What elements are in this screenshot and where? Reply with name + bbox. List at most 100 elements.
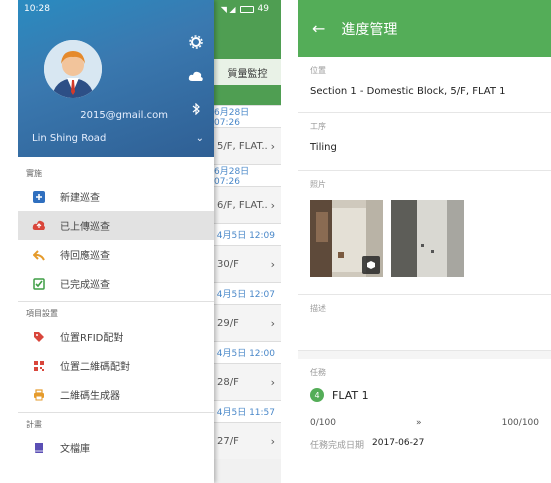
menu-item-label: 二維碼生成器 xyxy=(60,391,120,402)
battery-level: 49 xyxy=(257,4,269,14)
reply-arrow-icon xyxy=(32,248,46,262)
progress-start: 0/100 xyxy=(310,418,336,428)
signal-icon: ◥ ◢ xyxy=(220,4,236,14)
menu-divider xyxy=(18,412,214,413)
list-item-date: 4月5日 12:09 xyxy=(214,223,281,245)
task-label: 任務 xyxy=(310,368,326,377)
background-app-title: 質量監控 xyxy=(214,59,281,85)
menu-section-label: 實施 xyxy=(26,169,42,178)
list-item-location: 6/F, FLAT.. xyxy=(217,199,268,211)
chevron-right-icon: › xyxy=(270,198,275,212)
back-arrow-icon[interactable]: ← xyxy=(312,19,325,38)
page-title: 進度管理 xyxy=(341,21,398,38)
list-item-location: 28/F xyxy=(217,376,239,388)
location-value: Section 1 - Domestic Block, 5/F, FLAT 1 xyxy=(310,86,506,97)
list-item-location: 29/F xyxy=(217,317,239,329)
menu-item-label: 文檔庫 xyxy=(60,444,90,455)
menu-section-label: 計畫 xyxy=(26,420,42,429)
menu-item-label: 位置二維碼配對 xyxy=(60,362,130,373)
list-item[interactable]: 27/F › xyxy=(214,422,281,459)
menu-item-label: 已完成巡查 xyxy=(60,280,110,291)
task-item[interactable]: 4 FLAT 1 xyxy=(310,388,539,402)
app-bar: ← 進度管理 xyxy=(298,0,551,57)
list-item[interactable]: 28/F › xyxy=(214,363,281,400)
chevron-right-icon: › xyxy=(270,316,275,330)
menu-item[interactable]: 新建巡查 xyxy=(18,182,214,211)
cloud-upload-icon xyxy=(32,219,46,233)
quality-monitor-list: 質量監控 6月28日 07:26 5/F, FLAT.. › 6月28日 07:26 6… xyxy=(214,0,281,483)
status-time: 10:28 xyxy=(24,4,50,14)
menu-item-label: 待回應巡查 xyxy=(60,251,110,262)
description-field: 描述 xyxy=(298,295,551,351)
progress-end: 100/100 xyxy=(501,418,539,428)
chevron-down-icon: ⌄ xyxy=(195,133,204,144)
list-item-date: 6月28日 07:26 xyxy=(214,105,281,128)
location-label: 位置 xyxy=(310,66,326,75)
list-item[interactable]: 30/F › xyxy=(214,245,281,282)
task-name: FLAT 1 xyxy=(332,388,369,402)
photo-thumbnail[interactable] xyxy=(310,200,383,277)
menu-item[interactable]: 待回應巡查 xyxy=(18,240,214,269)
due-date-row: 任務完成日期 2017-06-27 xyxy=(310,438,539,451)
menu-section-label: 項目設置 xyxy=(26,309,58,318)
cloud-sync-icon[interactable] xyxy=(188,67,204,86)
menu-item-label: 位置RFID配對 xyxy=(60,333,124,344)
task-field: 任務 4 FLAT 1 0/100 » 100/100 任務完成日期 2017-… xyxy=(298,359,551,483)
list-item-location: 30/F xyxy=(217,258,239,270)
battery-icon xyxy=(239,5,254,13)
list-item[interactable]: 5/F, FLAT.. › xyxy=(214,127,281,164)
list-item-location: 27/F xyxy=(217,435,239,447)
360-view-icon[interactable] xyxy=(362,256,380,274)
location-field: 位置 Section 1 - Domestic Block, 5/F, FLAT… xyxy=(298,57,551,113)
menu-item[interactable]: 位置RFID配對 xyxy=(18,322,214,351)
printer-icon xyxy=(32,388,46,402)
account-email: 2015@gmail.com xyxy=(80,110,168,121)
due-label: 任務完成日期 xyxy=(310,441,365,451)
menu-item-label: 已上傳巡查 xyxy=(60,222,110,233)
book-icon xyxy=(32,441,46,455)
account-switcher[interactable]: Lin Shing Road ⌄ xyxy=(32,133,204,144)
chevron-right-icon: › xyxy=(270,375,275,389)
list-item-date: 4月5日 12:07 xyxy=(214,282,281,304)
status-bar: 10:28 ◥ ◢ 49 xyxy=(18,0,281,18)
account-name: Lin Shing Road xyxy=(32,133,107,144)
list-item-date: 4月5日 12:00 xyxy=(214,341,281,363)
progress-row: 0/100 » 100/100 xyxy=(310,418,539,428)
bluetooth-icon[interactable] xyxy=(192,100,201,119)
task-count-badge: 4 xyxy=(310,388,324,402)
menu-item-label: 新建巡查 xyxy=(60,193,100,204)
qr-code-icon xyxy=(32,359,46,373)
tag-icon xyxy=(32,330,46,344)
menu-item[interactable]: 文檔庫 xyxy=(18,433,214,462)
photos-field: 照片 xyxy=(298,171,551,295)
progress-arrow-icon: » xyxy=(416,418,422,428)
list-item[interactable]: 29/F › xyxy=(214,304,281,341)
list-item-date: 6月28日 07:26 xyxy=(214,164,281,187)
process-value: Tiling xyxy=(310,142,337,153)
photo-thumbnail[interactable] xyxy=(391,200,464,277)
menu-item[interactable]: 二維碼生成器 xyxy=(18,380,214,409)
right-phone-screen: ← 進度管理 位置 Section 1 - Domestic Block, 5/… xyxy=(298,0,551,483)
due-date: 2017-06-27 xyxy=(372,438,425,448)
drawer-header: 2015@gmail.com Lin Shing Road ⌄ xyxy=(18,0,214,157)
gear-icon[interactable] xyxy=(189,34,203,53)
process-field: 工序 Tiling xyxy=(298,113,551,171)
photos-label: 照片 xyxy=(310,180,326,189)
plus-square-icon xyxy=(32,190,46,204)
left-phone-screen: 質量監控 6月28日 07:26 5/F, FLAT.. › 6月28日 07:26 6… xyxy=(18,0,281,483)
menu-item[interactable]: 已完成巡查 xyxy=(18,269,214,298)
avatar[interactable] xyxy=(44,40,102,98)
list-item-date: 4月5日 11:57 xyxy=(214,400,281,422)
description-label: 描述 xyxy=(310,304,326,313)
navigation-drawer: 2015@gmail.com Lin Shing Road ⌄ 實施新建巡查已上… xyxy=(18,0,214,483)
check-square-icon xyxy=(32,277,46,291)
chevron-right-icon: › xyxy=(270,257,275,271)
menu-divider xyxy=(18,301,214,302)
list-item[interactable]: 6/F, FLAT.. › xyxy=(214,186,281,223)
chevron-right-icon: › xyxy=(270,139,275,153)
list-item-location: 5/F, FLAT.. xyxy=(217,140,268,152)
menu-item[interactable]: 已上傳巡查 xyxy=(18,211,214,240)
menu-item[interactable]: 位置二維碼配對 xyxy=(18,351,214,380)
chevron-right-icon: › xyxy=(270,434,275,448)
process-label: 工序 xyxy=(310,122,326,131)
